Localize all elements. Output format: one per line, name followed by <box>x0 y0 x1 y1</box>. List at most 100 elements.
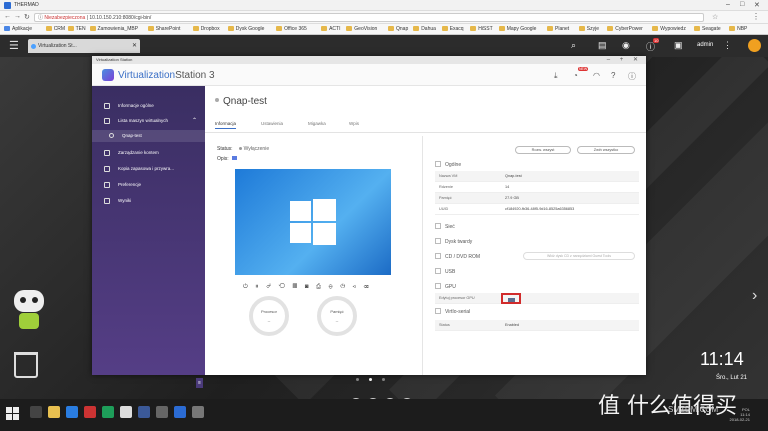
more-options-icon[interactable]: ⋮ <box>723 40 732 51</box>
sidebar-collapse-handle[interactable]: ≡ <box>196 378 203 388</box>
taskbar-app-icon[interactable] <box>30 406 42 418</box>
helpdesk-robot-icon[interactable] <box>14 290 44 329</box>
bookmark-item[interactable]: Dropbox <box>192 26 220 32</box>
bookmark-item[interactable]: SharePoint <box>147 26 180 32</box>
bookmark-item[interactable]: Planet <box>547 26 569 32</box>
expand-all-button[interactable]: Rozw. wszyst <box>515 146 571 154</box>
bookmark-item[interactable]: Qnap <box>388 26 408 32</box>
notification-icon[interactable]: ◔ <box>573 71 578 80</box>
sidebar-item-account[interactable]: Zarządzanie kontem <box>92 147 205 159</box>
tab-close-icon[interactable]: ✕ <box>132 39 137 53</box>
forward-icon[interactable]: → <box>14 13 21 20</box>
taskbar-app-icon[interactable] <box>156 406 168 418</box>
section-virtio-serial[interactable]: VirtIo-serial <box>435 308 470 315</box>
section-usb[interactable]: USB <box>435 268 455 275</box>
taskbar-app-icon[interactable] <box>120 406 132 418</box>
bookmark-item[interactable]: CRM <box>45 26 65 32</box>
bookmark-item[interactable]: HiSST <box>470 26 493 32</box>
virtualization-station-logo-icon <box>102 69 114 81</box>
maximize-icon[interactable]: □ <box>740 1 744 8</box>
info-icon[interactable]: ⓘ <box>628 71 636 82</box>
bookmark-item[interactable]: Office 365 <box>276 26 307 32</box>
edit-description-icon[interactable] <box>231 156 237 160</box>
vm-console-preview[interactable] <box>235 169 391 275</box>
minimize-icon[interactable]: – <box>726 1 730 8</box>
dashboard-icon[interactable] <box>748 39 761 52</box>
search-icon[interactable]: ⌕ <box>571 40 576 51</box>
bookmark-item[interactable]: Wypowiedz <box>652 26 686 32</box>
section-network[interactable]: Sieć <box>435 223 455 230</box>
sidebar-item-logs[interactable]: Wyniki <box>92 195 205 207</box>
sidebar-item-overview[interactable]: Informacje ogólne <box>92 100 205 112</box>
app-name: VirtualizationStation 3 <box>118 70 215 81</box>
folder-icon <box>694 26 700 31</box>
next-page-arrow-icon[interactable]: › <box>752 287 757 305</box>
sidebar-item-qnap-test[interactable]: Qnap-test <box>92 130 205 142</box>
window-controls[interactable]: – + ✕ <box>607 56 642 64</box>
bookmark-item[interactable]: TEN <box>67 26 86 32</box>
info-row: Status Enabled <box>435 320 639 331</box>
bookmark-item[interactable]: GeoVision <box>346 26 377 32</box>
tab-ustawienia[interactable]: Ustawienia <box>261 121 283 126</box>
new-badge: NEW <box>578 67 589 71</box>
user-menu[interactable]: admin <box>697 42 713 48</box>
bookmark-item[interactable]: Dysk Google <box>227 26 264 32</box>
browser-titlebar: THERMAD – □ ✕ <box>0 0 768 11</box>
bookmark-star-icon[interactable]: ☆ <box>712 13 718 21</box>
section-gpu[interactable]: GPU <box>435 283 456 290</box>
folder-icon <box>45 26 52 31</box>
bookmark-item[interactable]: Zamowienia_MBP <box>89 26 138 32</box>
main-menu-icon[interactable]: ☰ <box>9 39 19 52</box>
account-icon <box>104 150 110 156</box>
taskbar-app-tab[interactable]: Virtualization St... ✕ <box>28 39 140 53</box>
background-tasks-icon[interactable]: ▤ <box>598 40 607 51</box>
desktop-clock: 11:14 <box>700 349 744 369</box>
windows-start-icon[interactable] <box>6 407 20 421</box>
bookmark-item[interactable]: Aplikacje <box>4 26 32 32</box>
bookmark-item[interactable]: Mapy Google <box>498 26 536 32</box>
tab-wpis[interactable]: Wpis <box>349 121 359 126</box>
bookmark-item[interactable]: NBP <box>729 26 747 32</box>
app-favicon-icon <box>4 2 11 9</box>
section-cd-dvd[interactable]: CD / DVD ROM <box>435 253 480 260</box>
vm-action-toolbar[interactable]: ⏻ ⏸ ⏎ ⟲ ▦ ◙ ⎙ ⊖ ◷ ⋖ ⌫ <box>243 284 371 291</box>
bookmark-item[interactable]: Seagate <box>694 26 721 32</box>
taskbar-app-icon[interactable] <box>48 406 60 418</box>
tab-migawka[interactable]: Migawka <box>308 121 326 126</box>
sidebar-item-vm-list[interactable]: Lista maszyn wirtualnych ⌃ <box>92 115 205 127</box>
bookmark-item[interactable]: Exacq <box>441 26 464 32</box>
virtualization-station-window: Virtualization Station – + ✕ Virtualizat… <box>92 56 646 388</box>
bookmark-item[interactable]: Szyje <box>578 26 599 32</box>
app-header: VirtualizationStation 3 ⤓ ◔ NEW ◠ ? ⓘ <box>92 64 646 86</box>
preferences-icon <box>104 182 110 188</box>
tab-informacja[interactable]: Informacja <box>215 121 237 129</box>
bookmark-item[interactable]: CyberPower <box>607 26 643 32</box>
taskbar-app-icon[interactable] <box>102 406 114 418</box>
desktop-page-dots[interactable] <box>356 377 395 383</box>
help-icon[interactable]: ? <box>611 71 615 80</box>
collapse-all-button[interactable]: Zwiń wszystko <box>577 146 635 154</box>
insert-guest-tools-button[interactable]: Włóż dysk CD z narzędziami Guest Tools <box>523 252 635 260</box>
browser-menu-icon[interactable]: ⋮ <box>752 12 760 21</box>
section-general[interactable]: Ogólne <box>435 161 461 168</box>
close-icon[interactable]: ✕ <box>754 1 760 9</box>
taskbar-app-icon[interactable] <box>174 406 186 418</box>
sidebar-item-backup[interactable]: Kopia zapasowa i przywra... <box>92 163 205 175</box>
trash-icon[interactable] <box>14 352 38 378</box>
section-hard-disk[interactable]: Dysk twardy <box>435 238 472 245</box>
taskbar-app-icon[interactable] <box>84 406 96 418</box>
taskbar-app-icon[interactable] <box>192 406 204 418</box>
sidebar-item-preferences[interactable]: Preferencje <box>92 179 205 191</box>
download-icon[interactable]: ⤓ <box>554 71 558 81</box>
reload-icon[interactable]: ↻ <box>24 13 30 21</box>
taskbar-app-icon[interactable] <box>66 406 78 418</box>
url-input[interactable]: ⓘ Niezabezpieczona | 10.10.150.210:8080/… <box>34 13 704 22</box>
dashboard-gauge-icon[interactable]: ◠ <box>593 71 600 80</box>
edit-gpu-button[interactable] <box>501 293 521 304</box>
taskbar-app-icon[interactable] <box>138 406 150 418</box>
back-icon[interactable]: ← <box>4 13 11 20</box>
bookmark-item[interactable]: Dahua <box>413 26 436 32</box>
external-device-icon[interactable]: ◉ <box>622 40 630 51</box>
user-avatar-icon[interactable]: ▣ <box>674 40 683 51</box>
bookmark-item[interactable]: ACTI <box>321 26 340 32</box>
